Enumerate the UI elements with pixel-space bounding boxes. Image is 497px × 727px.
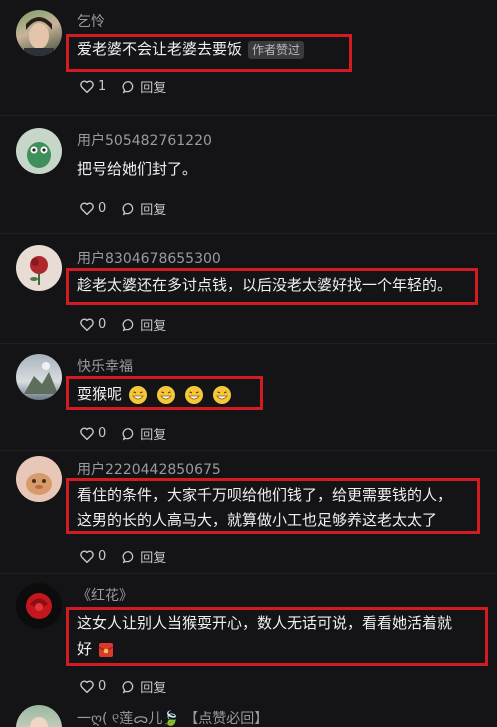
like-count: 0 [98, 679, 107, 694]
comment-actions: 0 回复 [80, 424, 182, 443]
username[interactable]: 快乐幸福 [77, 356, 133, 376]
like-button[interactable]: 0 [80, 549, 106, 564]
divider [0, 343, 497, 344]
username[interactable]: 乞怜 [77, 11, 105, 31]
avatar[interactable] [16, 583, 62, 629]
divider [0, 450, 497, 451]
divider [0, 233, 497, 234]
reply-label: 回复 [140, 428, 167, 443]
highlight-box [66, 478, 480, 534]
like-count: 0 [98, 317, 107, 332]
heart-outline-icon [80, 202, 94, 215]
avatar[interactable] [16, 128, 62, 174]
speech-bubble-icon [122, 80, 134, 93]
like-button[interactable]: 0 [80, 317, 106, 332]
highlight-box [66, 34, 352, 72]
reply-label: 回复 [140, 551, 167, 566]
heart-outline-icon [80, 427, 94, 440]
reply-label: 回复 [140, 81, 167, 96]
reply-button[interactable]: 回复 [122, 199, 166, 218]
highlight-box [66, 376, 263, 410]
username[interactable]: 《红花》 [77, 585, 133, 605]
heart-outline-icon [80, 80, 94, 93]
like-button[interactable]: 1 [80, 79, 106, 94]
avatar[interactable] [16, 705, 62, 727]
username[interactable]: 用户505482761220 [77, 130, 212, 150]
highlight-box [66, 607, 488, 666]
like-count: 0 [98, 426, 107, 441]
heart-outline-icon [80, 680, 94, 693]
username[interactable]: 用户2220442850675 [77, 459, 221, 479]
like-count: 0 [98, 549, 107, 564]
like-count: 1 [98, 79, 107, 94]
speech-bubble-icon [122, 680, 134, 693]
avatar[interactable] [16, 354, 62, 400]
avatar[interactable] [16, 245, 62, 291]
speech-bubble-icon [122, 202, 134, 215]
username[interactable]: 一ღ( ୧莲ᯅ儿🍃 【点赞必回】 [77, 708, 268, 727]
speech-bubble-icon [122, 427, 134, 440]
heart-outline-icon [80, 318, 94, 331]
avatar[interactable] [16, 456, 62, 502]
avatar[interactable] [16, 10, 62, 56]
reply-button[interactable]: 回复 [122, 315, 166, 334]
comment-actions: 0 回复 [80, 547, 182, 566]
divider [0, 573, 497, 574]
speech-bubble-icon [122, 550, 134, 563]
reply-label: 回复 [140, 203, 167, 218]
like-button[interactable]: 0 [80, 426, 106, 441]
divider [0, 115, 497, 116]
reply-button[interactable]: 回复 [122, 547, 166, 566]
comment-actions: 0 回复 [80, 315, 182, 334]
reply-label: 回复 [140, 319, 167, 334]
reply-button[interactable]: 回复 [122, 77, 166, 96]
highlight-box [66, 268, 478, 305]
username[interactable]: 用户8304678655300 [77, 248, 221, 268]
reply-button[interactable]: 回复 [122, 677, 166, 696]
reply-label: 回复 [140, 681, 167, 696]
comment-actions: 0 回复 [80, 199, 182, 218]
like-button[interactable]: 0 [80, 679, 106, 694]
comment-text: 把号给她们封了。 [77, 160, 198, 178]
like-button[interactable]: 0 [80, 201, 106, 216]
like-count: 0 [98, 201, 107, 216]
comment-actions: 1 回复 [80, 77, 182, 96]
heart-outline-icon [80, 550, 94, 563]
reply-button[interactable]: 回复 [122, 424, 166, 443]
comment-actions: 0 回复 [80, 677, 182, 696]
speech-bubble-icon [122, 318, 134, 331]
